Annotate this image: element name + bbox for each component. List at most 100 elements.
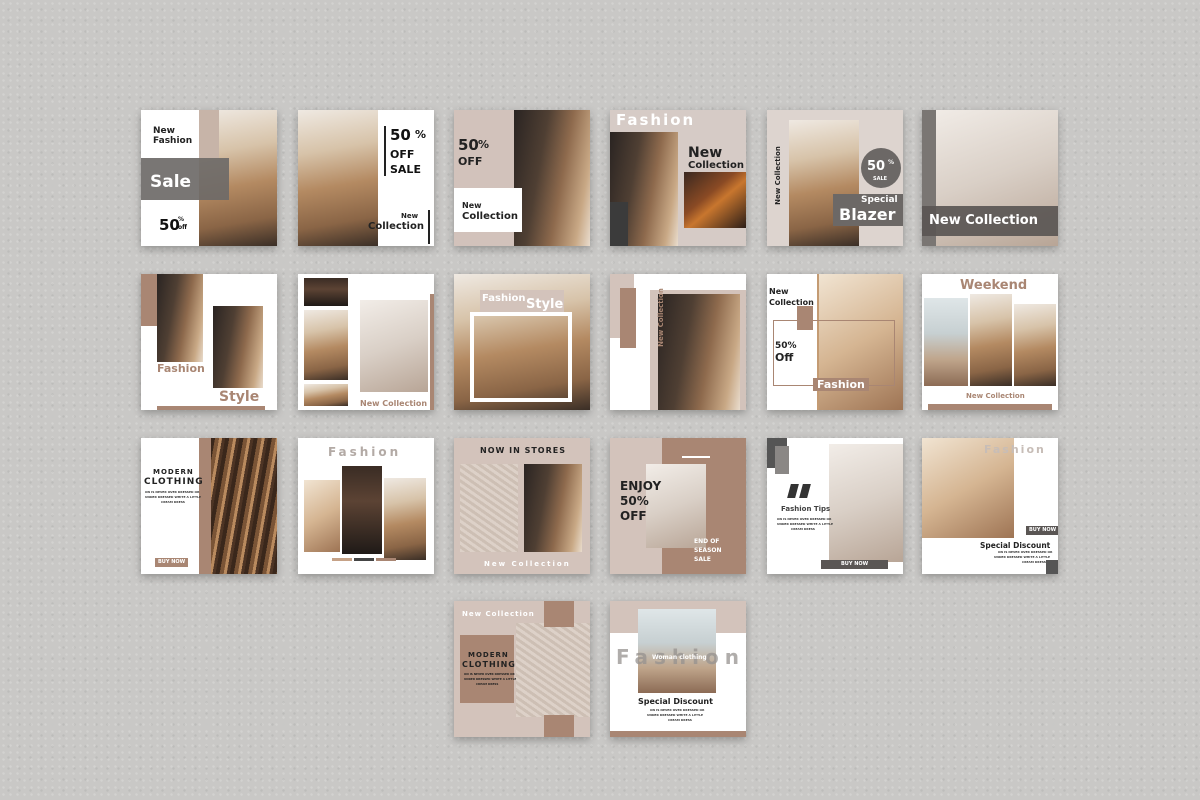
knit-photo (516, 623, 590, 717)
photo-tile (384, 478, 426, 560)
off-label: Off (775, 351, 794, 364)
body-text: ON IS NEVER OVER DRESSED OR (777, 517, 832, 521)
body-text: ON IS NEVER OVER DRESSED OR (650, 708, 705, 712)
discount-percent: % (415, 128, 427, 141)
headline-fashion: Fashion (153, 136, 193, 146)
photo-tile (304, 384, 348, 406)
collection-label: New Collection (484, 560, 571, 568)
top-banner: NOW IN STORES (480, 446, 566, 455)
discount-off: off (178, 224, 187, 231)
buy-now-button[interactable]: BUY NOW (821, 560, 889, 569)
photo-tile (970, 294, 1012, 386)
photo-tile (1014, 304, 1056, 386)
mockup-canvas: { "cards": { "c1": {"l1":"New","l2":"Fas… (0, 0, 1200, 800)
accent-line (384, 126, 386, 176)
template-card-fashion-tips: Fashion Tips ON IS NEVER OVER DRESSED OR… (767, 438, 903, 574)
buy-now-button[interactable]: BUY NOW (155, 558, 189, 567)
model-photo-2 (213, 306, 263, 388)
end-of-season: END OF (694, 538, 720, 545)
photo-tile (304, 278, 348, 306)
model-photo (514, 110, 590, 246)
model-photo (524, 464, 582, 552)
discount-percent: % (888, 159, 895, 166)
color-bar (332, 558, 352, 561)
headline-new: New (462, 201, 482, 210)
buy-now-button[interactable]: BUY NOW (1026, 526, 1058, 535)
body-text: ON IS NEVER OVER DRESSED OR (145, 490, 200, 494)
tips-title: Fashion Tips (781, 505, 831, 513)
shoes-photo (684, 172, 746, 228)
headline-new: New (769, 287, 789, 296)
color-bar (354, 558, 374, 561)
top-title: Fashion (984, 443, 1046, 456)
template-card-now-in-stores: NOW IN STORES New Collection (454, 438, 590, 574)
discount-percent: % (478, 138, 490, 151)
special-label: Special (861, 195, 898, 205)
top-title: New Collection (462, 610, 535, 618)
end-of-season: SEASON (694, 547, 722, 554)
white-line (682, 456, 710, 458)
body-text: ON IS NEVER OVER DRESSED OR (998, 550, 1053, 554)
vertical-side-text: New Collection (773, 146, 782, 205)
taupe-bar (928, 404, 1052, 410)
top-title: Fashion (616, 111, 696, 129)
sale-label: SALE (873, 176, 888, 182)
sale-label: Sale (150, 172, 192, 192)
template-card-50-off-sale: 50 % OFF SALE New Collection (298, 110, 434, 246)
collection-label: New Collection (360, 399, 428, 408)
headline-new: New (688, 145, 723, 161)
headline-collection: Collection (368, 221, 424, 232)
taupe-block (199, 110, 219, 158)
photo-tile (360, 300, 428, 392)
template-card-new-collection-banner: New Collection (922, 110, 1058, 246)
body-text: UNDER DRESSED WHITE A LITTLE (464, 677, 517, 681)
discount-number: 50% (775, 341, 797, 351)
mocha-accent (620, 288, 636, 348)
off-label: OFF (390, 148, 415, 161)
collection-label: New Collection (966, 392, 1025, 400)
heading-clothing: CLOTHING (462, 660, 516, 669)
heading-modern: MODERN (153, 468, 194, 476)
headline-collection: Collection (769, 298, 814, 307)
mocha-text-box (460, 635, 514, 703)
template-card-50-off-collection: 50 % OFF New Collection (454, 110, 590, 246)
template-card-special-discount: Fashion BUY NOW Special Discount ON IS N… (922, 438, 1058, 574)
template-card-new-fashion-sale: New Fashion Sale 50 % off (141, 110, 277, 246)
weekend-title: Weekend (960, 278, 1028, 293)
discount-label: 50% (620, 494, 649, 508)
model-photo (658, 294, 740, 410)
body-text: UNDER DRESSED WHITE A LITTLE (777, 522, 834, 526)
template-card-fashion-style-frame: Fashion Style (454, 274, 590, 410)
quote-mark (799, 484, 811, 498)
dark-accent-block (610, 202, 628, 246)
model-photo (298, 110, 378, 246)
discount-number: 50 (458, 136, 479, 154)
body-text: UNDER DRESSED WHITE A LITTLE (145, 495, 202, 499)
body-text: UNDER DRESSED WHITE A LITTLE (994, 555, 1051, 559)
vertical-side-text: New Collection (656, 288, 665, 347)
knit-photo (460, 464, 518, 552)
template-card-fashion-style-street: Fashion Style (141, 274, 277, 410)
dark-corner-block (1046, 560, 1058, 574)
small-caption: Woman clothing (652, 654, 707, 661)
top-title: Fashion (328, 445, 402, 459)
body-text: CREAM DRESS (668, 718, 692, 722)
off-label: OFF (620, 509, 647, 523)
model-photo (829, 444, 903, 562)
white-frame (470, 312, 572, 402)
template-card-modern-clothing: MODERN CLOTHING ON IS NEVER OVER DRESSED… (141, 438, 277, 574)
sale-label: SALE (390, 163, 421, 176)
headline-fashion: Fashion (157, 362, 205, 375)
mocha-accent (430, 294, 434, 410)
headline-fashion: Fashion (482, 293, 526, 304)
headline-style: Style (526, 297, 564, 312)
model-photo (157, 274, 203, 362)
blazer-title: Blazer (839, 205, 896, 224)
headline-collection: Collection (688, 160, 744, 171)
discount-title: Special Discount (638, 697, 713, 706)
discount-number: 50 (390, 126, 411, 144)
template-card-special-blazer: New Collection 50 % SALE Special Blazer (767, 110, 903, 246)
template-card-vertical-new-collection: New Collection (610, 274, 746, 410)
end-of-season: SALE (694, 556, 711, 563)
photo-tile (924, 298, 968, 386)
